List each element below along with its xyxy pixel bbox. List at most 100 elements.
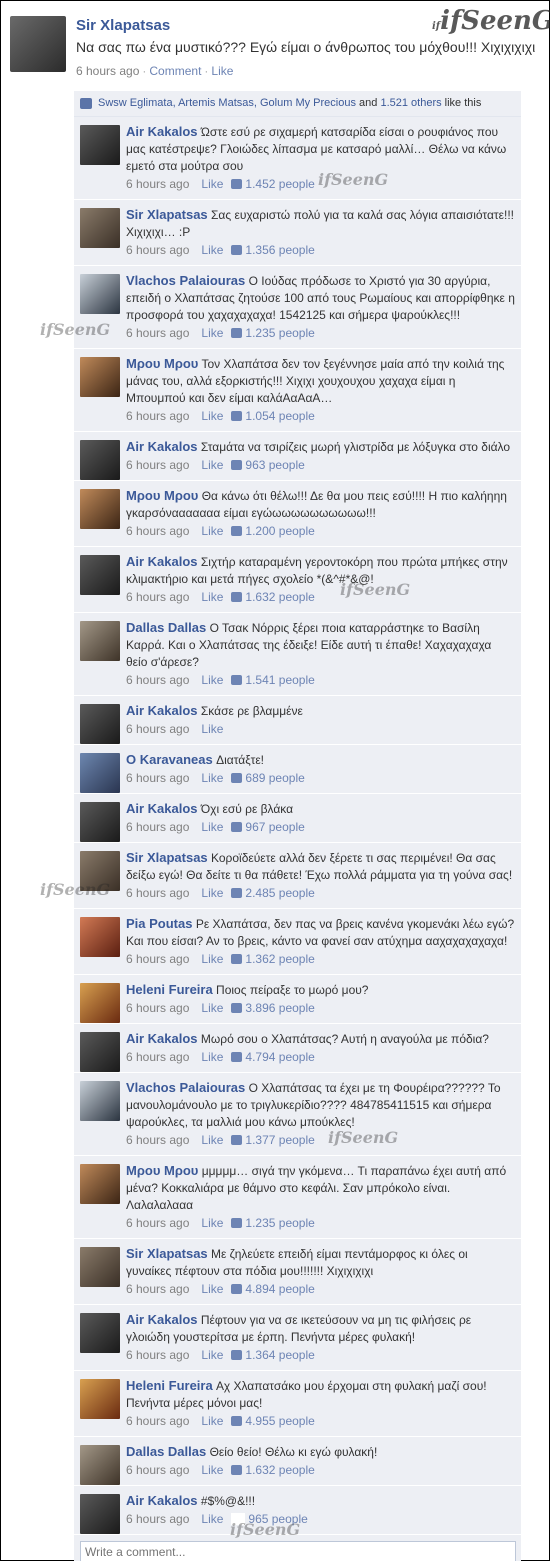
comment-author-link[interactable]: Heleni Fureira xyxy=(126,982,213,997)
commenter-avatar[interactable] xyxy=(80,1081,120,1121)
comment-author-link[interactable]: Vlachos Palaiouras xyxy=(126,1080,245,1095)
comment-like-link[interactable]: Like xyxy=(201,177,223,191)
comment-likes-count[interactable]: 967 people xyxy=(245,820,304,834)
comment-author-link[interactable]: Air Kakalos xyxy=(126,1031,198,1046)
commenter-avatar[interactable] xyxy=(80,1247,120,1287)
comment-like-link[interactable]: Like xyxy=(201,722,223,736)
commenter-avatar[interactable] xyxy=(80,555,120,595)
comment-timestamp: 6 hours ago xyxy=(126,1414,190,1428)
comment-author-link[interactable]: Air Kakalos xyxy=(126,1493,198,1508)
comment-likes-count[interactable]: 4.794 people xyxy=(245,1050,314,1064)
comment-like-link[interactable]: Like xyxy=(201,673,223,687)
comment-like-link[interactable]: Like xyxy=(201,524,223,538)
comment-author-link[interactable]: Sir Xlapatsas xyxy=(126,850,208,865)
comment-likes-count[interactable]: 1.356 people xyxy=(245,243,314,257)
comment-like-link[interactable]: Like xyxy=(201,590,223,604)
post-author-link[interactable]: Sir Xlapatsas xyxy=(76,17,170,34)
comment-like-link[interactable]: Like xyxy=(201,1050,223,1064)
comment-likes-count[interactable]: 4.955 people xyxy=(245,1414,314,1428)
likes-others-link[interactable]: 1.521 others xyxy=(380,97,441,109)
commenter-avatar[interactable] xyxy=(80,753,120,793)
comment-author-link[interactable]: Heleni Fureira xyxy=(126,1378,213,1393)
comment-likes-count[interactable]: 965 people xyxy=(248,1512,307,1526)
commenter-avatar[interactable] xyxy=(80,1494,120,1534)
commenter-avatar[interactable] xyxy=(80,125,120,165)
comment-like-link[interactable]: Like xyxy=(201,326,223,340)
commenter-avatar[interactable] xyxy=(80,440,120,480)
comment-likes-count[interactable]: 963 people xyxy=(245,458,304,472)
comment-author-link[interactable]: Sir Xlapatsas xyxy=(126,207,208,222)
comment-likes-count[interactable]: 1.377 people xyxy=(245,1133,314,1147)
comment-likes-count[interactable]: 1.235 people xyxy=(245,1216,314,1230)
comment-author-link[interactable]: Μρου Μρου xyxy=(126,1163,198,1178)
comment-like-link[interactable]: Like xyxy=(201,1216,223,1230)
comment-like-link[interactable]: Like xyxy=(201,820,223,834)
comment-author-link[interactable]: Air Kakalos xyxy=(126,703,198,718)
comment-author-link[interactable]: Air Kakalos xyxy=(126,1312,198,1327)
comment-likes-count[interactable]: 1.235 people xyxy=(245,326,314,340)
comment-meta: 6 hours ago Like 4.794 people xyxy=(126,1049,515,1066)
commenter-avatar[interactable] xyxy=(80,274,120,314)
commenter-avatar[interactable] xyxy=(80,704,120,744)
comment-author-link[interactable]: Vlachos Palaiouras xyxy=(126,273,245,288)
comment: Μρου Μρου μμμμμ… σιγά την γκόμενα… Τι πα… xyxy=(74,1156,521,1239)
comment-author-link[interactable]: Dallas Dallas xyxy=(126,1444,206,1459)
commenter-avatar[interactable] xyxy=(80,1164,120,1204)
comment-like-link[interactable]: Like xyxy=(201,952,223,966)
comment-likes-count[interactable]: 2.485 people xyxy=(245,886,314,900)
comment-like-link[interactable]: Like xyxy=(201,243,223,257)
commenter-avatar[interactable] xyxy=(80,357,120,397)
comment-author-link[interactable]: Air Kakalos xyxy=(126,124,198,139)
comment-like-link[interactable]: Like xyxy=(201,1282,223,1296)
comment-likes-count[interactable]: 1.452 people xyxy=(245,177,314,191)
comment-author-link[interactable]: Sir Xlapatsas xyxy=(126,1246,208,1261)
comment-author-link[interactable]: O Karavaneas xyxy=(126,752,213,767)
comment-likes-count[interactable]: 1.632 people xyxy=(245,1463,314,1477)
comment-like-link[interactable]: Like xyxy=(201,1512,223,1526)
comment-like-link[interactable]: Like xyxy=(201,886,223,900)
comment-author-link[interactable]: Dallas Dallas xyxy=(126,620,206,635)
comment-likes-count[interactable]: 4.894 people xyxy=(245,1282,314,1296)
post-text: Να σας πω ένα μυστικό??? Εγώ είμαι ο άνθ… xyxy=(76,39,536,55)
comment-like-link[interactable]: Like xyxy=(201,1463,223,1477)
comment-author-link[interactable]: Air Kakalos xyxy=(126,801,198,816)
comment-like-link[interactable]: Like xyxy=(201,1133,223,1147)
comment-like-link[interactable]: Like xyxy=(201,1414,223,1428)
likers-names-link[interactable]: Swsw Eglimata, Artemis Matsas, Golum My … xyxy=(98,97,356,109)
comment-author-link[interactable]: Μρου Μρου xyxy=(126,488,198,503)
comment-like-link[interactable]: Like xyxy=(201,409,223,423)
comment-timestamp: 6 hours ago xyxy=(126,886,190,900)
commenter-avatar[interactable] xyxy=(80,1445,120,1485)
commenter-avatar[interactable] xyxy=(80,1032,120,1072)
comment-likes-count[interactable]: 689 people xyxy=(245,771,304,785)
commenter-avatar[interactable] xyxy=(80,983,120,1023)
comment-likes-count[interactable]: 1.541 people xyxy=(245,673,314,687)
comment-likes-count[interactable]: 1.054 people xyxy=(245,409,314,423)
comment-likes-count[interactable]: 1.632 people xyxy=(245,590,314,604)
commenter-avatar[interactable] xyxy=(80,1313,120,1353)
comment-likes-count[interactable]: 3.896 people xyxy=(245,1001,314,1015)
commenter-avatar[interactable] xyxy=(80,208,120,248)
comment-author-link[interactable]: Air Kakalos xyxy=(126,554,198,569)
commenter-avatar[interactable] xyxy=(80,851,120,891)
write-comment-input[interactable] xyxy=(80,1541,516,1561)
comment-likes-count[interactable]: 1.200 people xyxy=(245,524,314,538)
comment-likes-count[interactable]: 1.362 people xyxy=(245,952,314,966)
post-author-avatar[interactable] xyxy=(10,16,66,72)
commenter-avatar[interactable] xyxy=(80,1379,120,1419)
comment-author-link[interactable]: Pia Poutas xyxy=(126,916,192,931)
comment-like-link[interactable]: Like xyxy=(201,771,223,785)
comment-likes-count[interactable]: 1.364 people xyxy=(245,1348,314,1362)
commenter-avatar[interactable] xyxy=(80,802,120,842)
commenter-avatar[interactable] xyxy=(80,621,120,661)
comment-link[interactable]: Comment xyxy=(149,64,201,78)
commenter-avatar[interactable] xyxy=(80,489,120,529)
comment-like-link[interactable]: Like xyxy=(201,1348,223,1362)
comment-author-link[interactable]: Μρου Μρου xyxy=(126,356,198,371)
like-link[interactable]: Like xyxy=(211,64,233,78)
comment-meta: 6 hours ago Like 963 people xyxy=(126,457,515,474)
comment-author-link[interactable]: Air Kakalos xyxy=(126,439,198,454)
comment-like-link[interactable]: Like xyxy=(201,1001,223,1015)
comment-like-link[interactable]: Like xyxy=(201,458,223,472)
commenter-avatar[interactable] xyxy=(80,917,120,957)
